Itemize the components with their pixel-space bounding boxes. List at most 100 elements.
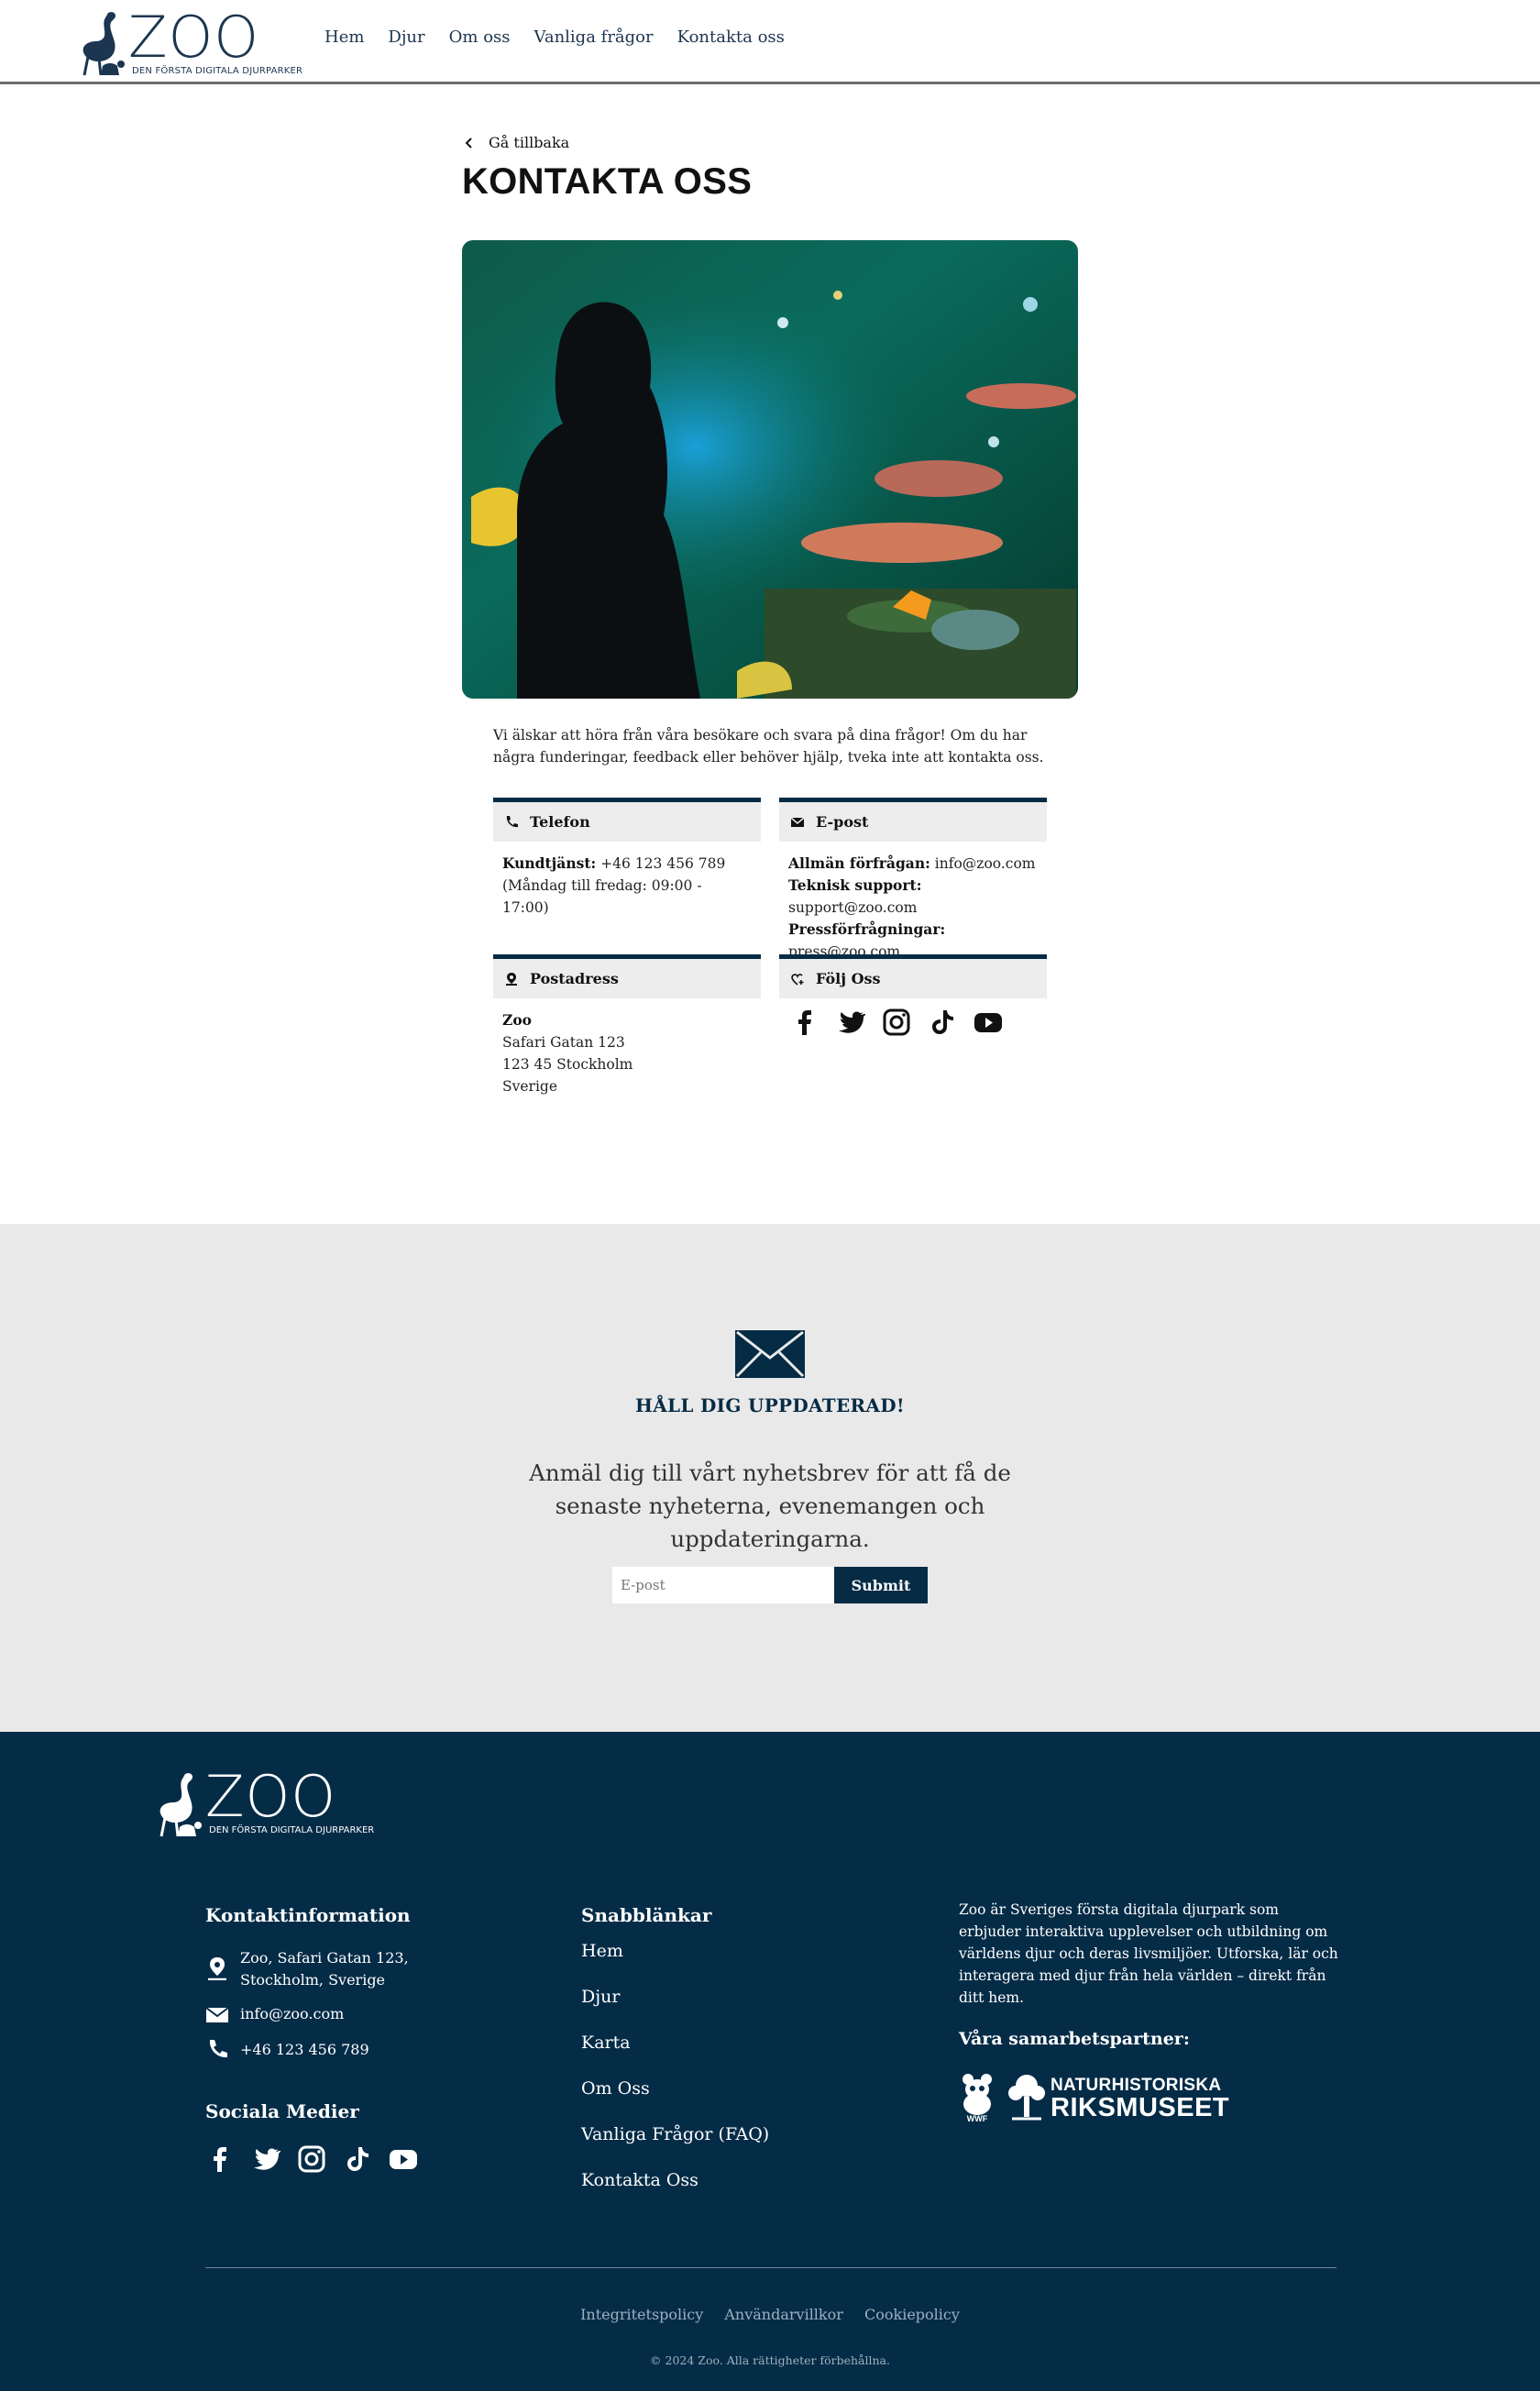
instagram-icon[interactable]: [882, 1008, 911, 1037]
site-header: ZOO DEN FÖRSTA DIGITALA DJURPARKER Hem D…: [0, 0, 1540, 84]
footer-legal-links: Integritetspolicy Användarvillkor Cookie…: [0, 2306, 1540, 2323]
chevron-left-icon: [465, 137, 472, 149]
footer-link-om-oss[interactable]: Om Oss: [581, 2078, 769, 2124]
ostrich-icon: [160, 1773, 202, 1837]
ostrich-icon: [82, 12, 125, 76]
footer-logo[interactable]: ZOO DEN FÖRSTA DIGITALA DJURPARKER: [152, 1763, 374, 1838]
newsletter-title: HÅLL DIG UPPDATERAD!: [635, 1394, 905, 1416]
footer-link-faq[interactable]: Vanliga Frågor (FAQ): [581, 2124, 769, 2170]
phone-card-title: Telefon: [530, 813, 590, 831]
envelope-icon: [735, 1330, 805, 1378]
envelope-icon: [205, 2007, 229, 2022]
footer-contact-title: Kontaktinformation: [205, 1904, 411, 1926]
footer-quicklinks: Hem Djur Karta Om Oss Vanliga Frågor (FA…: [581, 1941, 769, 2216]
back-link-label: Gå tillbaka: [489, 134, 570, 151]
back-link[interactable]: Gå tillbaka: [463, 134, 569, 151]
wwf-panda-logo[interactable]: WWF: [959, 2071, 996, 2122]
cookie-policy-link[interactable]: Cookiepolicy: [864, 2306, 960, 2323]
address-card-body: Zoo Safari Gatan 123 123 45 Stockholm Sv…: [493, 998, 761, 1097]
twitter-icon[interactable]: [836, 1008, 866, 1037]
follow-social-row: [779, 998, 1047, 1037]
address-card: Postadress Zoo Safari Gatan 123 123 45 S…: [493, 954, 761, 1097]
hero-image-aquarium: [462, 240, 1078, 699]
main-nav: Hem Djur Om oss Vanliga frågor Kontakta …: [324, 28, 808, 47]
footer-address-line-2: Stockholm, Sverige: [240, 1971, 386, 1989]
intro-text: Vi älskar att höra från våra besökare oc…: [493, 727, 1044, 766]
address-card-title: Postadress: [530, 970, 619, 987]
phone-icon: [506, 815, 518, 827]
footer-social-title: Sociala Medier: [205, 2100, 359, 2122]
footer-phone[interactable]: +46 123 456 789: [240, 2039, 369, 2061]
instagram-icon[interactable]: [297, 2144, 326, 2174]
email-card-body: Allmän förfrågan: info@zoo.com Teknisk s…: [779, 842, 1047, 963]
nav-link-hem[interactable]: Hem: [324, 28, 364, 47]
follow-card: Följ Oss: [779, 954, 1047, 1037]
address-street: Safari Gatan 123: [502, 1034, 625, 1051]
address-card-header: Postadress: [493, 954, 761, 998]
logo-tagline: DEN FÖRSTA DIGITALA DJURPARKER: [132, 66, 303, 76]
nav-link-djur[interactable]: Djur: [388, 28, 424, 47]
follow-card-title: Följ Oss: [816, 970, 881, 987]
twitter-icon[interactable]: [251, 2144, 281, 2174]
email-general-label: Allmän förfrågan:: [788, 854, 930, 872]
terms-link[interactable]: Användarvillkor: [724, 2306, 843, 2323]
newsletter-section: HÅLL DIG UPPDATERAD! Anmäl dig till vårt…: [0, 1224, 1540, 1732]
heart-plus-icon: [791, 973, 804, 986]
naturhistoriska-logo[interactable]: NATURHISTORISKA RIKSMUSEET: [1050, 2077, 1229, 2121]
facebook-icon[interactable]: [205, 2144, 235, 2174]
location-pin-icon: [506, 972, 517, 986]
youtube-icon[interactable]: [389, 2144, 418, 2174]
location-pin-icon: [208, 1957, 226, 1980]
tiktok-icon[interactable]: [928, 1008, 957, 1037]
footer-email[interactable]: info@zoo.com: [240, 2003, 344, 2025]
email-card-title: E-post: [816, 813, 869, 831]
footer-link-kontakta-oss[interactable]: Kontakta Oss: [581, 2170, 769, 2216]
email-support-value[interactable]: support@zoo.com: [788, 899, 917, 916]
site-footer: ZOO DEN FÖRSTA DIGITALA DJURPARKER Konta…: [0, 1732, 1540, 2391]
footer-copyright: © 2024 Zoo. Alla rättigheter förbehållna…: [650, 2353, 890, 2367]
naturhistoriska-line-2: RIKSMUSEET: [1050, 2093, 1230, 2122]
footer-social-row: [205, 2144, 418, 2174]
footer-partners: WWF NATURHISTORISKA RIKSMUSEET: [959, 2071, 1234, 2126]
email-press-label: Pressförfrågningar:: [788, 920, 946, 938]
footer-divider: [205, 2267, 1336, 2268]
email-card-header: E-post: [779, 798, 1047, 842]
logo-wordmark: ZOO: [128, 4, 260, 71]
newsletter-submit-button[interactable]: Submit: [834, 1567, 928, 1603]
email-general-value[interactable]: info@zoo.com: [930, 855, 1036, 872]
phone-card: Telefon Kundtjänst: +46 123 456 789 (Mån…: [493, 798, 761, 919]
footer-link-karta[interactable]: Karta: [581, 2033, 769, 2078]
newsletter-form: Submit: [612, 1567, 928, 1603]
privacy-policy-link[interactable]: Integritetspolicy: [580, 2306, 703, 2323]
address-country: Sverige: [502, 1078, 558, 1095]
newsletter-text: Anmäl dig till vårt nyhetsbrev för att f…: [529, 1460, 1011, 1552]
footer-partners-title: Våra samarbetspartner:: [959, 2029, 1190, 2049]
facebook-icon[interactable]: [790, 1008, 820, 1037]
youtube-icon[interactable]: [974, 1008, 1003, 1037]
wwf-label: WWF: [967, 2114, 988, 2122]
tiktok-icon[interactable]: [343, 2144, 372, 2174]
nav-link-vanliga-fragor[interactable]: Vanliga frågor: [534, 28, 654, 47]
footer-link-hem[interactable]: Hem: [581, 1941, 769, 1987]
nav-link-kontakta-oss[interactable]: Kontakta oss: [677, 28, 785, 47]
phone-number[interactable]: +46 123 456 789: [596, 855, 725, 872]
address-name: Zoo: [502, 1011, 532, 1029]
zoo-logo[interactable]: ZOO DEN FÖRSTA DIGITALA DJURPARKER: [75, 4, 302, 81]
footer-link-djur[interactable]: Djur: [581, 1987, 769, 2033]
phone-card-header: Telefon: [493, 798, 761, 842]
naturhistoriska-line-1: NATURHISTORISKA: [1050, 2076, 1222, 2095]
footer-logo-tagline: DEN FÖRSTA DIGITALA DJURPARKER: [209, 1825, 375, 1835]
page-title: KONTAKTA OSS: [462, 161, 753, 202]
phone-card-body: Kundtjänst: +46 123 456 789 (Måndag till…: [493, 842, 761, 919]
phone-icon: [209, 2040, 227, 2058]
email-support-label: Teknisk support:: [788, 876, 922, 894]
phone-label: Kundtjänst:: [502, 854, 597, 872]
footer-logo-wordmark: ZOO: [205, 1763, 337, 1830]
footer-address-line-1: Zoo, Safari Gatan 123,: [240, 1949, 409, 1967]
newsletter-email-input[interactable]: [612, 1567, 834, 1603]
nav-link-om-oss[interactable]: Om oss: [449, 28, 511, 47]
email-card: E-post Allmän förfrågan: info@zoo.com Te…: [779, 798, 1047, 963]
phone-hours: (Måndag till fredag: 09:00 - 17:00): [502, 877, 702, 916]
envelope-icon: [790, 816, 805, 827]
footer-quicklinks-title: Snabblänkar: [581, 1904, 712, 1926]
